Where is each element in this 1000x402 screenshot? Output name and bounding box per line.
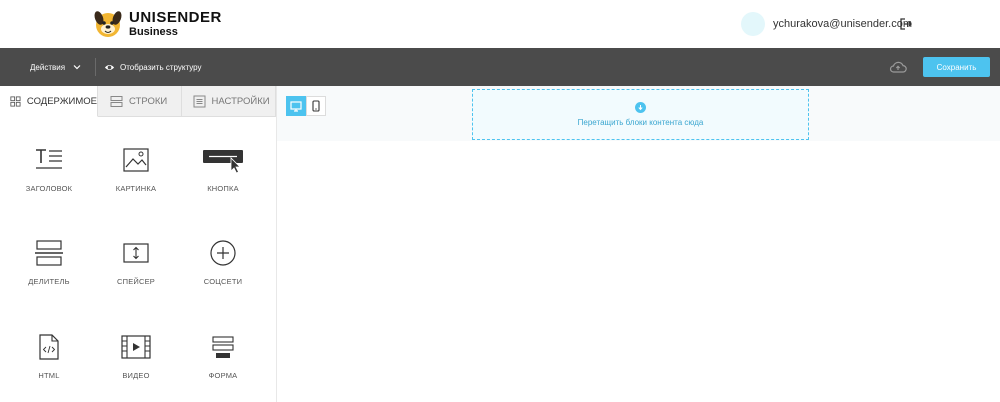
- user-email[interactable]: ychurakova@unisender.com: [773, 18, 912, 30]
- brand-title: UNISENDER: [129, 9, 222, 26]
- tab-rows-label: СТРОКИ: [129, 95, 168, 107]
- tab-content-label: СОДЕРЖИМОЕ: [26, 95, 97, 107]
- drop-pin-icon: [635, 102, 646, 113]
- button-icon: [203, 150, 243, 174]
- content-dropzone[interactable]: Перетащить блоки контента сюда: [472, 89, 809, 140]
- tab-settings-label: НАСТРОЙКИ: [211, 95, 270, 107]
- form-icon: [212, 336, 234, 358]
- block-video[interactable]: ВИДЕО: [101, 331, 171, 380]
- save-button[interactable]: Сохранить: [923, 57, 990, 77]
- logout-icon[interactable]: [899, 17, 913, 31]
- toolbar-divider: [95, 58, 96, 76]
- grid-icon: [10, 95, 21, 107]
- dropzone-text: Перетащить блоки контента сюда: [577, 118, 704, 127]
- brand-subtitle: Business: [129, 26, 178, 38]
- eye-icon: [104, 64, 115, 70]
- chevron-down-icon: [73, 65, 81, 70]
- block-social[interactable]: СОЦСЕТИ: [188, 237, 258, 286]
- block-label: ЗАГОЛОВОК: [25, 184, 73, 193]
- block-form[interactable]: ФОРМА: [188, 331, 258, 380]
- social-icon: [210, 240, 236, 266]
- block-label: СОЦСЕТИ: [203, 277, 243, 286]
- block-label: ВИДЕО: [122, 371, 150, 380]
- image-icon: [123, 148, 149, 172]
- divider-icon: [35, 240, 63, 266]
- block-label: HTML: [38, 371, 60, 380]
- actions-label: Действия: [30, 62, 66, 72]
- block-button[interactable]: КНОПКА: [188, 144, 258, 193]
- tab-rows[interactable]: СТРОКИ: [98, 86, 182, 117]
- desktop-view-button[interactable]: [286, 96, 306, 116]
- app-header: UNISENDER Business ychurakova@unisender.…: [0, 0, 1000, 48]
- show-structure-label: Отобразить структуру: [120, 62, 202, 72]
- block-label: ФОРМА: [208, 371, 238, 380]
- block-image[interactable]: КАРТИНКА: [101, 144, 171, 193]
- sidebar-tabs: СОДЕРЖИМОЕ СТРОКИ НАСТРОЙКИ: [0, 86, 276, 117]
- unisender-logo[interactable]: UNISENDER Business: [93, 9, 222, 39]
- block-label: ДЕЛИТЕЛЬ: [28, 277, 70, 286]
- dog-logo-icon: [94, 11, 122, 37]
- block-label: КАРТИНКА: [115, 184, 157, 193]
- device-preview-toggle: [286, 96, 326, 116]
- blocks-sidebar: СОДЕРЖИМОЕ СТРОКИ НАСТРОЙКИ ЗАГОЛОВОК КА…: [0, 86, 277, 402]
- video-icon: [121, 335, 151, 359]
- avatar[interactable]: [741, 12, 766, 36]
- email-canvas: Перетащить блоки контента сюда: [277, 86, 1000, 402]
- spacer-icon: [123, 243, 149, 263]
- block-html[interactable]: HTML: [14, 331, 84, 380]
- cloud-upload-icon[interactable]: [889, 59, 907, 75]
- editor-toolbar: Действия Отобразить структуру Сохранить: [0, 48, 1000, 86]
- block-label: КНОПКА: [207, 184, 239, 193]
- block-heading[interactable]: ЗАГОЛОВОК: [14, 144, 84, 193]
- mobile-view-button[interactable]: [306, 96, 326, 116]
- block-divider[interactable]: ДЕЛИТЕЛЬ: [14, 237, 84, 286]
- settings-panel-icon: [193, 95, 206, 107]
- block-label: СПЕЙСЕР: [116, 277, 156, 286]
- desktop-icon: [290, 100, 302, 112]
- heading-icon: [36, 149, 62, 169]
- block-spacer[interactable]: СПЕЙСЕР: [101, 237, 171, 286]
- show-structure-toggle[interactable]: Отобразить структуру: [104, 48, 201, 86]
- user-menu[interactable]: ychurakova@unisender.com: [741, 12, 912, 36]
- mobile-icon: [312, 100, 320, 112]
- tab-settings[interactable]: НАСТРОЙКИ: [181, 86, 276, 117]
- rows-icon: [110, 95, 123, 107]
- html-icon: [39, 334, 59, 360]
- tab-content[interactable]: СОДЕРЖИМОЕ: [0, 86, 98, 117]
- actions-dropdown[interactable]: Действия: [30, 48, 81, 86]
